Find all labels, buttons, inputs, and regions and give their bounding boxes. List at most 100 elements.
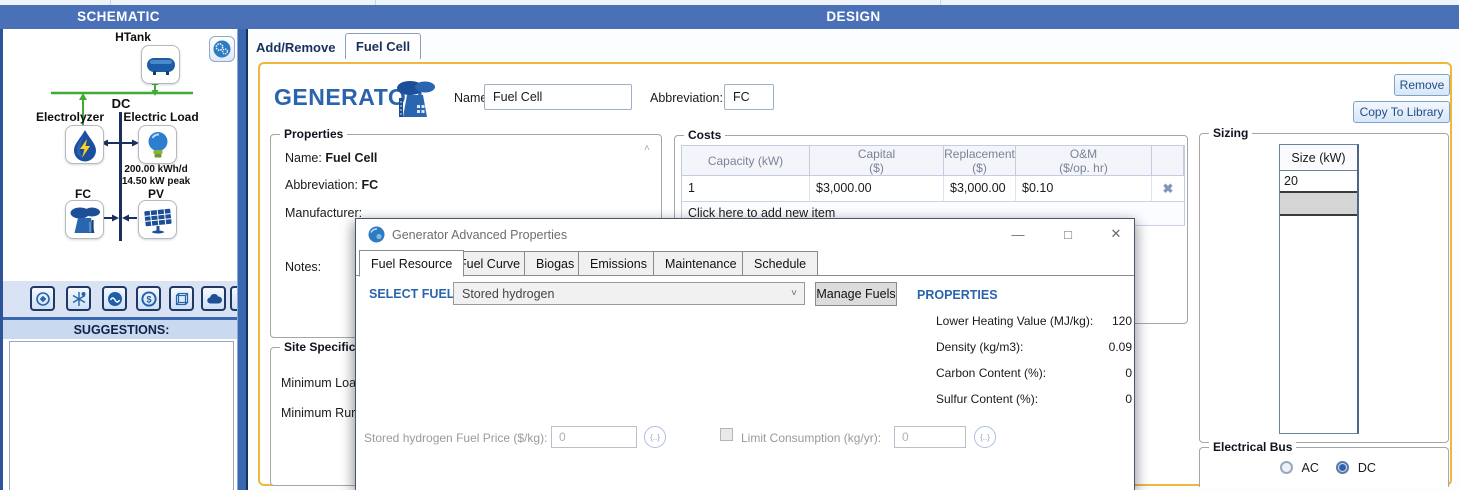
sizing-empty-row[interactable] (1280, 193, 1357, 216)
lhv-value: 120 (1112, 314, 1132, 328)
dc-radio[interactable] (1336, 461, 1349, 474)
costs-cell-capital[interactable]: $3,000.00 (810, 176, 944, 202)
pv-component[interactable] (138, 200, 177, 239)
dialog-tab-maintenance[interactable]: Maintenance (653, 251, 749, 276)
htank-component[interactable] (141, 45, 180, 84)
fuel-property-row: Lower Heating Value (MJ/kg): 120 (936, 314, 1132, 328)
close-button[interactable]: ✕ (1104, 223, 1128, 245)
properties-group-title: Properties (280, 127, 347, 141)
schematic-settings-button[interactable] (209, 36, 235, 62)
generator-abbreviation-input[interactable] (724, 84, 774, 110)
tab-add-remove[interactable]: Add/Remove (256, 40, 335, 55)
carbon-content-label: Carbon Content (%): (936, 366, 1046, 380)
dialog-tab-schedule[interactable]: Schedule (742, 251, 818, 276)
sizing-column-header: Size (kW) (1280, 145, 1357, 171)
dc-radio-label[interactable]: DC (1358, 461, 1376, 475)
load-daily-energy: 200.00 kWh/d (116, 164, 196, 176)
rays-toolbar-button[interactable] (66, 286, 91, 311)
maximize-button[interactable]: □ (1056, 223, 1080, 245)
prop-manufacturer-label: Manufacturer: (285, 206, 362, 220)
electric-load-component[interactable] (138, 125, 177, 164)
costs-header-capacity: Capacity (kW) (682, 146, 810, 176)
fuel-price-advanced-button[interactable]: {..} (644, 426, 666, 448)
cloud-toolbar-button[interactable] (201, 286, 226, 311)
chevron-down-icon: ˅ (791, 288, 804, 299)
fuel-price-input[interactable]: 0 (551, 426, 637, 448)
tab-fuel-cell[interactable]: Fuel Cell (345, 33, 421, 59)
electrolyzer-component[interactable] (65, 125, 104, 164)
limit-consumption-label: Limit Consumption (kg/yr): (741, 431, 881, 445)
schematic-toolbar: $ (3, 281, 240, 317)
costs-group-title: Costs (684, 128, 725, 142)
rays-icon (71, 291, 87, 307)
lightbulb-icon (140, 127, 176, 163)
properties-scrollbar[interactable]: ˄ (644, 143, 650, 154)
wave-chart-icon (107, 291, 123, 307)
density-label: Density (kg/m3): (936, 340, 1023, 354)
target-toolbar-button[interactable] (30, 286, 55, 311)
fuel-property-row: Density (kg/m3): 0.09 (936, 340, 1132, 354)
dialog-tab-fuel-resource[interactable]: Fuel Resource (359, 250, 464, 277)
wave-chart-toolbar-button[interactable] (102, 286, 127, 311)
density-value: 0.09 (1109, 340, 1132, 354)
minimize-button[interactable]: — (1006, 223, 1030, 245)
ac-radio[interactable] (1280, 461, 1293, 474)
fuel-property-row: Carbon Content (%): 0 (936, 366, 1132, 380)
prop-notes-label: Notes: (285, 260, 321, 274)
costs-header-replacement: Replacement($) (944, 146, 1016, 176)
panel-splitter[interactable] (237, 29, 248, 490)
electrolyzer-droplet-icon (67, 127, 103, 163)
fc-label: FC (63, 187, 103, 201)
generator-advanced-properties-dialog: Generator Advanced Properties — □ ✕ Fuel… (355, 218, 1135, 490)
cube-icon (174, 291, 190, 307)
dialog-app-icon (368, 226, 385, 243)
fuel-property-row: Sulfur Content (%): 0 (936, 392, 1132, 406)
design-panel-title: DESIGN (248, 9, 1459, 24)
minimum-runtime-label: Minimum Rur (281, 406, 355, 420)
electrical-bus-group: Electrical Bus AC DC (1199, 447, 1449, 487)
costs-cell-capacity[interactable]: 1 (682, 176, 810, 202)
sizing-value-cell[interactable]: 20 (1280, 171, 1357, 193)
costs-cell-om[interactable]: $0.10 (1016, 176, 1152, 202)
dollar-icon: $ (141, 291, 157, 307)
electric-load-label: Electric Load (121, 110, 201, 124)
dc-bus-label: DC (106, 96, 136, 111)
hydrogen-tank-icon (143, 47, 179, 83)
remove-button[interactable]: Remove (1394, 74, 1450, 96)
lhv-label: Lower Heating Value (MJ/kg): (936, 314, 1093, 328)
prop-name-label: Name: (285, 151, 322, 165)
sizing-table: Size (kW) 20 (1279, 144, 1359, 434)
cube-toolbar-button[interactable] (169, 286, 194, 311)
manage-fuels-button[interactable]: Manage Fuels (815, 282, 897, 306)
suggestions-list[interactable] (9, 341, 234, 490)
selected-fuel-value: Stored hydrogen (454, 287, 791, 301)
fuel-properties-title: PROPERTIES (917, 288, 998, 302)
pv-label: PV (136, 187, 176, 201)
dialog-tab-emissions[interactable]: Emissions (578, 251, 659, 276)
prop-abbreviation-value: FC (361, 178, 378, 192)
electrolyzer-label: Electrolyzer (25, 110, 115, 124)
limit-consumption-input[interactable]: 0 (894, 426, 966, 448)
svg-text:$: $ (146, 294, 151, 304)
select-fuel-label: SELECT FUEL: (369, 287, 459, 301)
generator-name-input[interactable] (484, 84, 632, 110)
target-icon (35, 291, 51, 307)
dialog-tab-biogas[interactable]: Biogas (524, 251, 586, 276)
limit-consumption-advanced-button[interactable]: {..} (974, 426, 996, 448)
fuel-select-dropdown[interactable]: Stored hydrogen ˅ (453, 282, 805, 305)
copy-to-library-button[interactable]: Copy To Library (1353, 101, 1450, 123)
generator-plant-icon (67, 202, 103, 238)
delete-row-icon[interactable]: ✖ (1152, 176, 1184, 202)
costs-table: Capacity (kW) Capital($) Replacement($) … (681, 145, 1185, 226)
limit-consumption-checkbox[interactable] (720, 428, 733, 441)
costs-header-om: O&M($/op. hr) (1016, 146, 1152, 176)
generator-large-icon (392, 78, 438, 120)
fuel-cell-component[interactable] (65, 200, 104, 239)
ac-radio-label[interactable]: AC (1301, 461, 1318, 475)
suggestions-header: SUGGESTIONS: (3, 320, 240, 339)
costs-cell-replacement[interactable]: $3,000.00 (944, 176, 1016, 202)
costs-header-actions (1152, 146, 1184, 176)
prop-abbreviation-label: Abbreviation: (285, 178, 358, 192)
dollar-toolbar-button[interactable]: $ (136, 286, 161, 311)
app-window: SCHEMATIC DESIGN HTank (0, 0, 1459, 490)
